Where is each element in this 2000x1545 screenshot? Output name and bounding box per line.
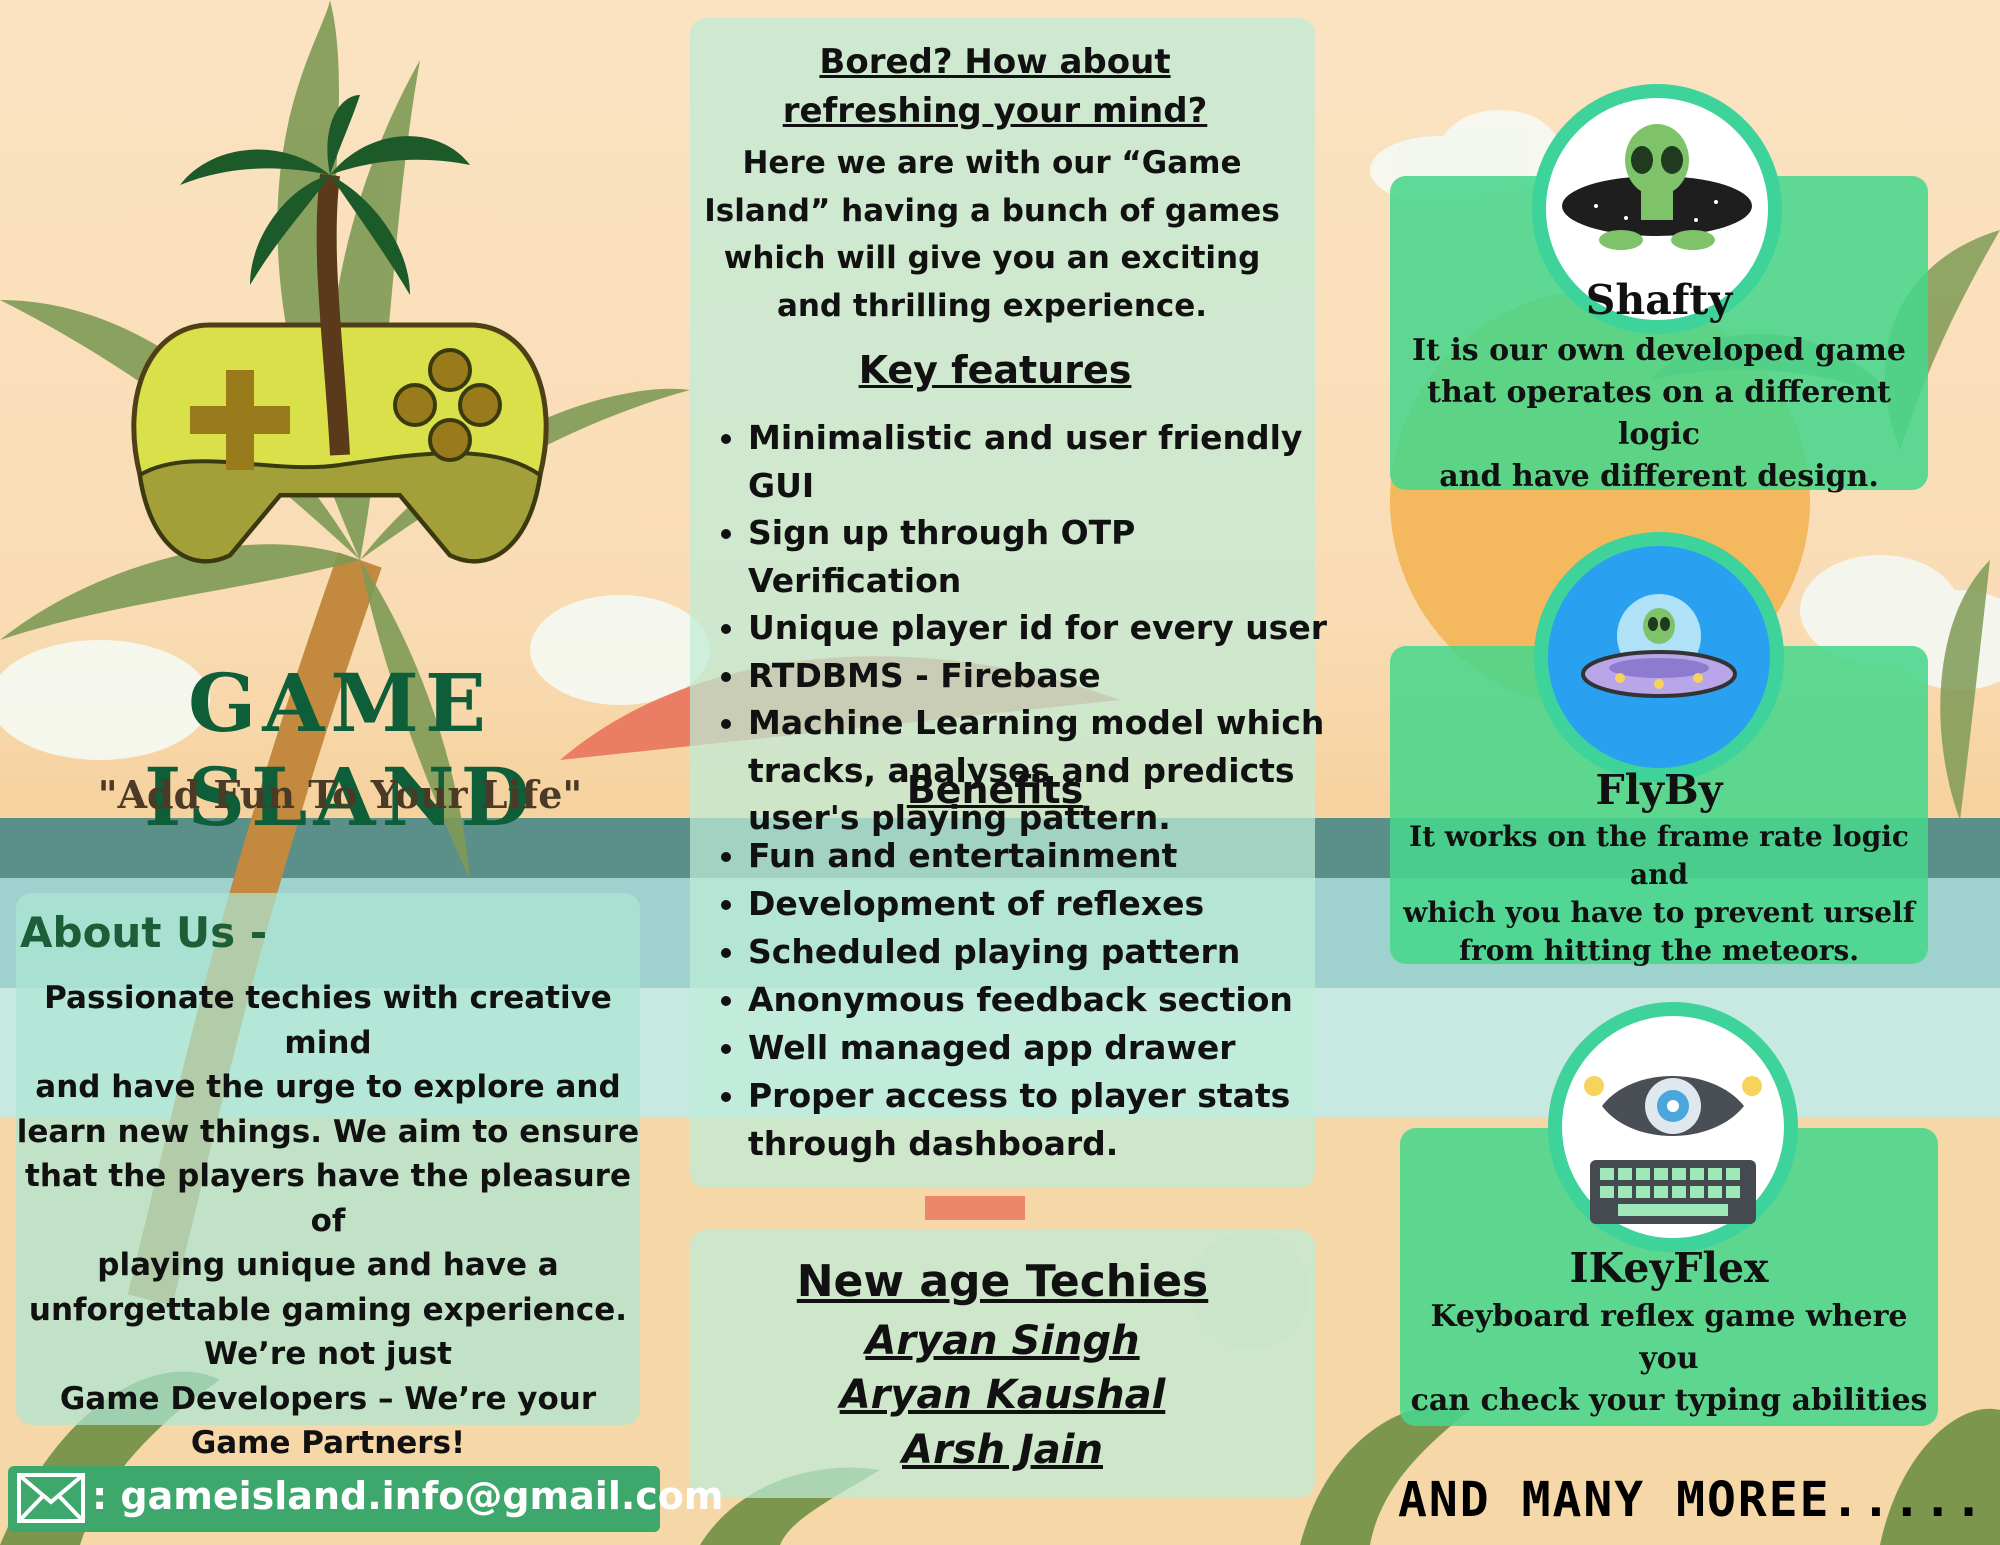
- about-line: learn new things. We aim to ensure: [16, 1113, 640, 1150]
- intro-body: Here we are with our “Game Island” havin…: [704, 145, 1280, 324]
- benefit-item: Scheduled playing pattern: [748, 928, 1348, 976]
- benefit-item: Proper access to player stats through da…: [748, 1072, 1348, 1168]
- benefits-title: Benefits: [906, 768, 1084, 812]
- feature-item: Unique player id for every user: [748, 604, 1348, 652]
- game-description: Keyboard reflex game where you can check…: [1400, 1296, 1938, 1422]
- game-description: It is our own developed game that operat…: [1390, 330, 1928, 498]
- game-description: It works on the frame rate logic and whi…: [1390, 818, 1928, 970]
- team-member: Arsh Jain: [902, 1427, 1103, 1473]
- envelope-icon: [17, 1473, 85, 1523]
- benefit-item: Anonymous feedback section: [748, 976, 1348, 1024]
- team-member: Aryan Singh: [865, 1318, 1140, 1364]
- game-description-line: that operates on a different logic: [1427, 375, 1891, 452]
- about-line: and have the urge to explore and: [35, 1069, 621, 1105]
- benefit-item: Fun and entertainment: [748, 832, 1348, 880]
- game-description-line: and have different design.: [1439, 459, 1879, 494]
- game-description-line: which you have to prevent urself: [1403, 896, 1915, 929]
- game-name: Shafty: [1585, 276, 1733, 324]
- team-title: New age Techies: [796, 1256, 1209, 1307]
- game-island-logo: [131, 95, 549, 564]
- feature-item: Sign up through OTP Verification: [748, 509, 1348, 604]
- benefit-item: Well managed app drawer: [748, 1024, 1348, 1072]
- about-body: Passionate techies with creative mind an…: [16, 976, 640, 1466]
- more-games-text: AND MANY MOREE.....: [1398, 1472, 1986, 1528]
- benefit-item: Development of reflexes: [748, 880, 1348, 928]
- about-line: that the players have the pleasure of: [25, 1158, 631, 1239]
- game-description-line: from hitting the meteors.: [1458, 934, 1859, 967]
- about-line: We’re not just: [204, 1336, 452, 1372]
- ufo-icon: [1581, 594, 1737, 698]
- game-name: FlyBy: [1595, 766, 1723, 814]
- game-description-line: It works on the frame rate logic and: [1409, 820, 1909, 891]
- about-line: Game Partners!: [190, 1425, 466, 1461]
- about-line: unforgettable gaming experience.: [28, 1291, 628, 1328]
- about-line: playing unique and have a: [97, 1247, 559, 1283]
- team-member: Aryan Kaushal: [839, 1372, 1166, 1418]
- about-line: Game Developers – We’re your: [59, 1380, 597, 1417]
- benefits-list: Fun and entertainment Development of ref…: [690, 832, 1348, 1168]
- brand-tagline: "Add Fun To Your Life": [97, 772, 583, 817]
- game-name: IKeyFlex: [1569, 1244, 1769, 1292]
- feature-item: RTDBMS - Firebase: [748, 652, 1348, 700]
- about-title: About Us -: [20, 908, 268, 957]
- feature-item: Minimalistic and user friendly GUI: [748, 414, 1348, 509]
- game-description-line: It is our own developed game: [1412, 333, 1906, 368]
- about-line: Passionate techies with creative mind: [44, 980, 612, 1061]
- keyboard-eye-icon: [1584, 1076, 1762, 1224]
- game-description-line: Keyboard reflex game where you: [1430, 1299, 1908, 1376]
- intro-heading: Bored? How about refreshing your mind?: [782, 42, 1208, 131]
- email-link[interactable]: : gameisland.info@gmail.com: [92, 1474, 724, 1518]
- features-title: Key features: [858, 348, 1132, 392]
- game-description-line: can check your typing abilities: [1410, 1383, 1928, 1418]
